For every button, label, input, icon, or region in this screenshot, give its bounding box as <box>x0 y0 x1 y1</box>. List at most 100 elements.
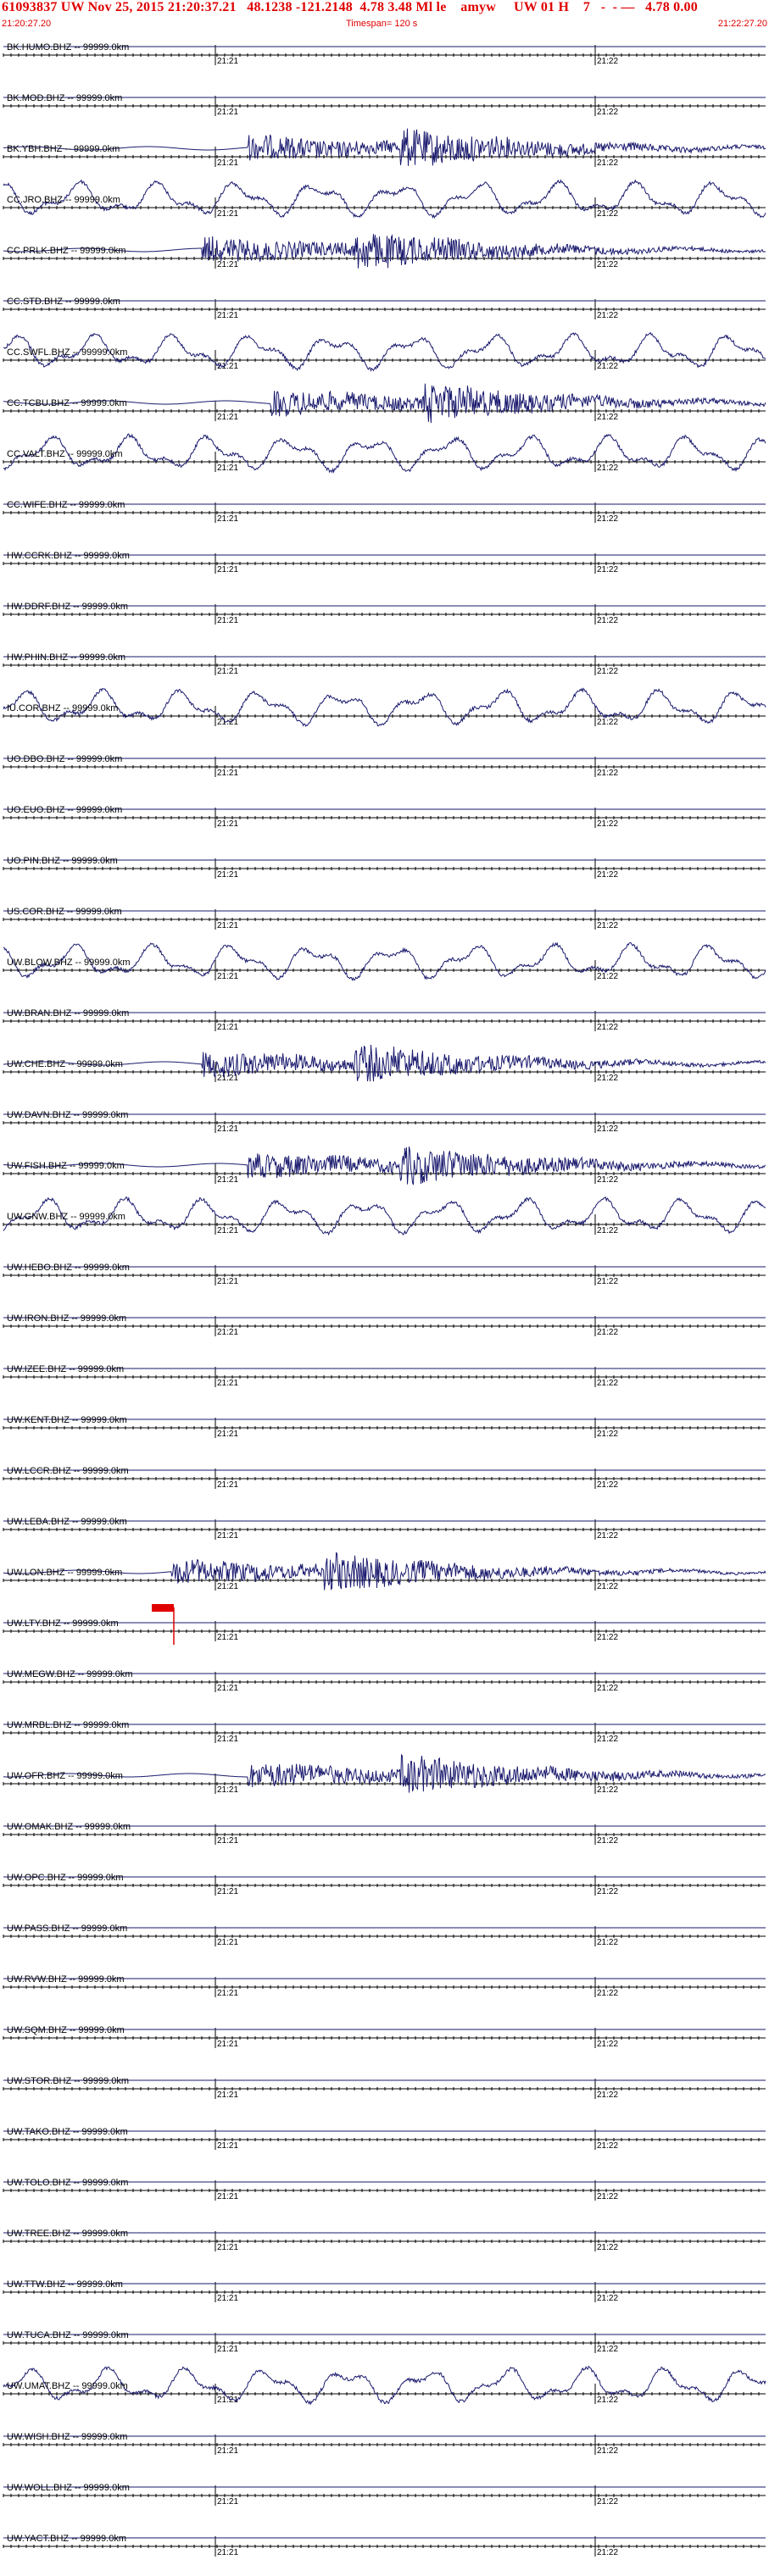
station-trace: 21:21 21:22 UW.BLOW.BHZ -- 99999.0km <box>3 941 766 981</box>
time-tick-label: 21:22 <box>597 2090 618 2100</box>
station-trace: 21:21 21:22 UW.GNW.BHZ -- 99999.0km <box>3 1196 766 1236</box>
time-tick-label: 21:21 <box>217 1938 238 1947</box>
station-trace: 21:21 21:22 UW.TUCA.BHZ -- 99999.0km <box>3 2330 766 2354</box>
station-label: UW.STOR.BHZ -- 99999.0km <box>7 2076 129 2086</box>
station-label: UW.TUCA.BHZ -- 99999.0km <box>7 2330 129 2340</box>
time-tick-label: 21:22 <box>597 718 618 727</box>
station-trace: 21:21 21:22 UW.DAVN.BHZ -- 99999.0km <box>3 1110 766 1134</box>
station-trace: 21:21 21:22 UW.TOLO.BHZ -- 99999.0km <box>3 2178 766 2201</box>
station-trace: 21:21 21:22 UW.TAKO.BHZ -- 99999.0km <box>3 2127 766 2151</box>
station-label: CC.PRLK.BHZ -- 99999.0km <box>7 246 126 256</box>
station-trace: 21:21 21:22UW.CHE.BHZ -- 99999.0km <box>3 1044 766 1083</box>
station-label: BK.HUMO.BHZ -- 99999.0km <box>7 42 129 53</box>
time-tick-label: 21:22 <box>597 870 618 880</box>
time-tick-label: 21:21 <box>217 769 238 778</box>
time-tick-label: 21:21 <box>217 972 238 981</box>
station-trace: 21:21 21:22 CC.SWFL.BHZ -- 99999.0km <box>3 331 766 372</box>
station-label: CC.TCBU.BHZ -- 99999.0km <box>7 398 127 408</box>
time-tick-label: 21:21 <box>217 311 238 320</box>
station-label: CC.STD.BHZ -- 99999.0km <box>7 297 120 307</box>
time-tick-label: 21:21 <box>217 413 238 422</box>
time-tick-label: 21:22 <box>597 1379 618 1388</box>
station-label: HW.CCRK.BHZ -- 99999.0km <box>7 551 130 561</box>
time-tick-label: 21:21 <box>217 2040 238 2049</box>
station-label: UW.HEBO.BHZ -- 99999.0km <box>7 1263 130 1273</box>
station-label: UW.LON.BHZ -- 99999.0km <box>7 1568 122 1578</box>
station-trace: 21:21 21:22 IU.COR.BHZ -- 99999.0km <box>3 687 766 727</box>
station-label: UW.TREE.BHZ -- 99999.0km <box>7 2229 128 2239</box>
time-tick-label: 21:21 <box>217 464 238 473</box>
station-trace: 21:21 21:22 BK.HUMO.BHZ -- 99999.0km <box>3 42 766 66</box>
station-trace: 21:21 21:22 BK.MOD.BHZ -- 99999.0km <box>3 93 766 117</box>
time-tick-label: 21:22 <box>597 1277 618 1286</box>
time-tick-label: 21:22 <box>597 1480 618 1490</box>
time-tick-label: 21:22 <box>597 1785 618 1795</box>
time-tick-label: 21:21 <box>217 1480 238 1490</box>
station-trace: 21:21 21:22 HW.DDRF.BHZ -- 99999.0km <box>3 602 766 625</box>
station-trace: 21:21 21:22 CC.VALT.BHZ -- 99999.0km <box>3 433 766 474</box>
station-trace: 21:21 21:22 UW.LCCR.BHZ -- 99999.0km <box>3 1466 766 1490</box>
station-trace: 21:21 21:22 UW.OFR.BHZ -- 99999.0km <box>3 1753 766 1795</box>
time-tick-label: 21:21 <box>217 667 238 676</box>
time-tick-label: 21:22 <box>597 57 618 66</box>
time-tick-label: 21:22 <box>597 1074 618 1083</box>
time-tick-label: 21:21 <box>217 1531 238 1541</box>
time-tick-label: 21:21 <box>217 1735 238 1744</box>
station-trace: 21:21 21:22 UO.EUO.BHZ -- 99999.0km <box>3 805 766 829</box>
time-tick-label: 21:22 <box>597 2294 618 2303</box>
time-tick-label: 21:22 <box>597 667 618 676</box>
station-label: UW.LEBA.BHZ -- 99999.0km <box>7 1517 127 1527</box>
station-trace: 21:21 21:22 HW.PHIN.BHZ -- 99999.0km <box>3 652 766 676</box>
time-tick-label: 21:21 <box>217 1684 238 1693</box>
station-label: UW.OMAK.BHZ -- 99999.0km <box>7 1822 131 1832</box>
time-tick-label: 21:21 <box>217 1836 238 1846</box>
time-tick-label: 21:21 <box>217 1785 238 1795</box>
station-trace: 21:21 21:22 UW.LTY.BHZ -- 99999.0km <box>3 1604 766 1645</box>
station-trace: 21:21 21:22 UW.TTW.BHZ -- 99999.0km <box>3 2279 766 2303</box>
station-trace: 21:21 21:22 CC.PRLK.BHZ -- 99999.0km <box>3 234 766 269</box>
station-label: UW.TAKO.BHZ -- 99999.0km <box>7 2127 128 2137</box>
time-tick-label: 21:22 <box>597 1582 618 1591</box>
time-tick-label: 21:21 <box>217 1226 238 1235</box>
station-trace: 21:21 21:22 HW.CCRK.BHZ -- 99999.0km <box>3 551 766 575</box>
station-trace: 21:21 21:22 UW.STOR.BHZ -- 99999.0km <box>3 2076 766 2100</box>
time-tick-label: 21:22 <box>597 1684 618 1693</box>
station-trace: 21:21 21:22 UW.LON.BHZ -- 99999.0km <box>3 1552 766 1591</box>
station-label: UO.DBO.BHZ -- 99999.0km <box>7 754 122 764</box>
station-label: UO.EUO.BHZ -- 99999.0km <box>7 805 122 815</box>
time-tick-label: 21:21 <box>217 57 238 66</box>
station-label: UW.OFR.BHZ -- 99999.0km <box>7 1771 123 1781</box>
station-trace: 21:21 21:22 CC.WIFE.BHZ -- 99999.0km <box>3 500 766 524</box>
time-tick-label: 21:22 <box>597 769 618 778</box>
time-tick-label: 21:21 <box>217 2090 238 2100</box>
station-trace: 21:21 21:22 UW.TREE.BHZ -- 99999.0km <box>3 2229 766 2252</box>
station-label: UW.MRBL.BHZ -- 99999.0km <box>7 1720 129 1730</box>
station-label: UW.LTY.BHZ -- 99999.0km <box>7 1618 119 1629</box>
time-tick-label: 21:22 <box>597 108 618 117</box>
station-trace: 21:21 21:22 UW.FISH.BHZ -- 99999.0km <box>3 1146 766 1185</box>
time-tick-label: 21:21 <box>217 362 238 371</box>
station-label: BK.MOD.BHZ -- 99999.0km <box>7 93 122 103</box>
station-trace: 21:21 21:22 UW.LEBA.BHZ -- 99999.0km <box>3 1517 766 1541</box>
time-tick-label: 21:21 <box>217 565 238 575</box>
time-tick-label: 21:21 <box>217 1633 238 1642</box>
station-trace: 21:21 21:22 BK.YBH.BHZ -- 99999.0km <box>3 128 766 168</box>
station-label: UW.TTW.BHZ -- 99999.0km <box>7 2279 123 2290</box>
station-label: US.COR.BHZ -- 99999.0km <box>7 907 122 917</box>
station-label: UW.BLOW.BHZ -- 99999.0km <box>7 958 130 968</box>
time-tick-label: 21:22 <box>597 514 618 524</box>
time-tick-label: 21:21 <box>217 1124 238 1134</box>
time-tick-label: 21:21 <box>217 718 238 727</box>
station-trace: 21:21 21:22UW.UMAT.BHZ -- 99999.0km <box>3 2365 766 2406</box>
station-trace: 21:21 21:22 UW.BRAN.BHZ -- 99999.0km <box>3 1008 766 1032</box>
time-tick-label: 21:22 <box>597 311 618 320</box>
time-tick-label: 21:22 <box>597 2040 618 2049</box>
time-tick-label: 21:21 <box>217 1277 238 1286</box>
station-trace: 21:21 21:22 UW.RVW.BHZ -- 99999.0km <box>3 1974 766 1998</box>
time-tick-label: 21:22 <box>597 1887 618 1896</box>
station-trace: 21:21 21:22 UW.MRBL.BHZ -- 99999.0km <box>3 1720 766 1744</box>
station-label: HW.PHIN.BHZ -- 99999.0km <box>7 652 125 663</box>
station-trace: 21:21 21:22 UW.SQM.BHZ -- 99999.0km <box>3 2025 766 2049</box>
station-trace: 21:21 21:22 UW.HEBO.BHZ -- 99999.0km <box>3 1263 766 1286</box>
time-tick-label: 21:22 <box>597 1938 618 1947</box>
